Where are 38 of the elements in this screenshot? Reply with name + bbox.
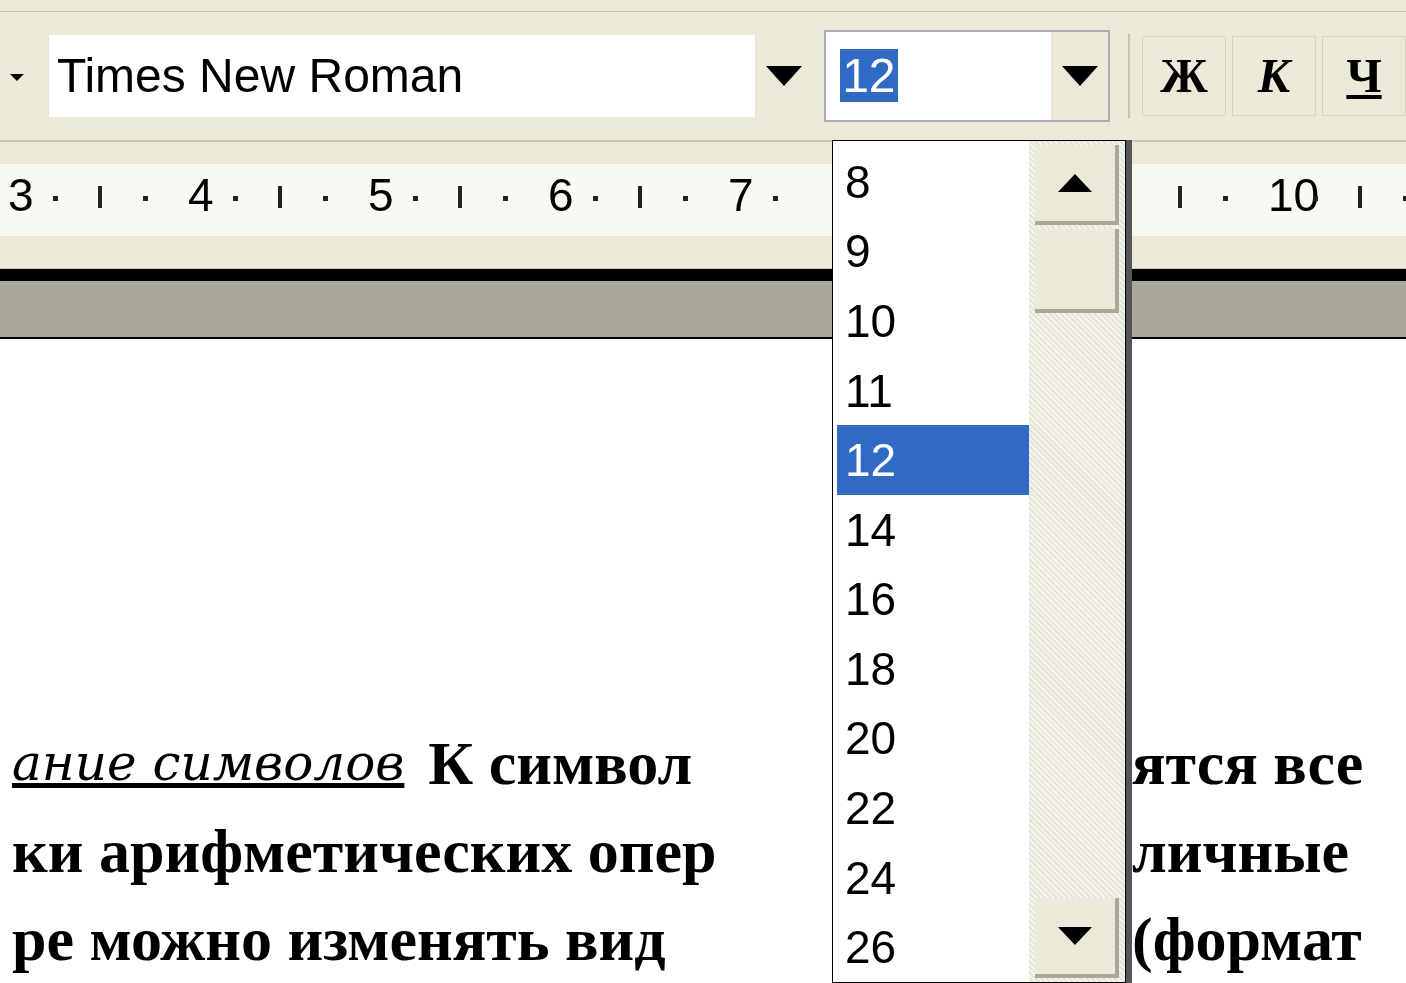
ruler-number: 10: [1268, 171, 1320, 218]
font-name-value: Times New Roman: [55, 51, 465, 100]
font-size-option[interactable]: 20: [837, 703, 1029, 774]
font-size-option[interactable]: 11: [837, 355, 1029, 426]
underline-button[interactable]: Ч: [1322, 35, 1406, 116]
up-arrow-icon: [1058, 174, 1092, 192]
down-arrow-icon: [1058, 927, 1092, 945]
ruler-number: 6: [548, 171, 574, 218]
font-size-option[interactable]: 10: [837, 286, 1029, 356]
font-name-combobox[interactable]: Times New Roman: [47, 33, 815, 118]
font-size-option[interactable]: 22: [837, 773, 1029, 843]
scroll-thumb[interactable]: [1035, 229, 1119, 313]
font-size-option[interactable]: 26: [837, 912, 1029, 982]
font-size-option[interactable]: 8: [837, 147, 1029, 217]
font-size-option[interactable]: 9: [837, 216, 1029, 287]
document-text: ание символов: [12, 738, 405, 788]
scroll-up-button[interactable]: [1035, 145, 1119, 225]
document-text: ятся все: [1132, 732, 1364, 794]
document-text: К символ: [428, 732, 693, 794]
font-size-combobox[interactable]: 12: [824, 29, 1110, 122]
bold-button[interactable]: Ж: [1142, 35, 1226, 116]
caret-icon: [1061, 65, 1098, 86]
document-text: личные: [1132, 820, 1350, 882]
font-size-value: 12: [840, 48, 898, 102]
font-size-option[interactable]: 12: [837, 425, 1029, 495]
ruler-number: 4: [188, 171, 214, 218]
font-size-option[interactable]: 18: [837, 634, 1029, 704]
italic-button[interactable]: К: [1232, 35, 1316, 116]
ruler-number: 3: [8, 171, 34, 218]
font-size-option[interactable]: 14: [837, 494, 1029, 565]
font-size-option[interactable]: 24: [837, 842, 1029, 913]
scrollbar[interactable]: [1029, 141, 1125, 982]
scroll-down-button[interactable]: [1035, 898, 1119, 978]
font-size-option[interactable]: 16: [837, 564, 1029, 635]
dropdown-button[interactable]: [1050, 31, 1108, 120]
caret-icon: [766, 65, 803, 86]
ruler-number: 5: [368, 171, 394, 218]
ruler-number: 7: [728, 171, 754, 218]
